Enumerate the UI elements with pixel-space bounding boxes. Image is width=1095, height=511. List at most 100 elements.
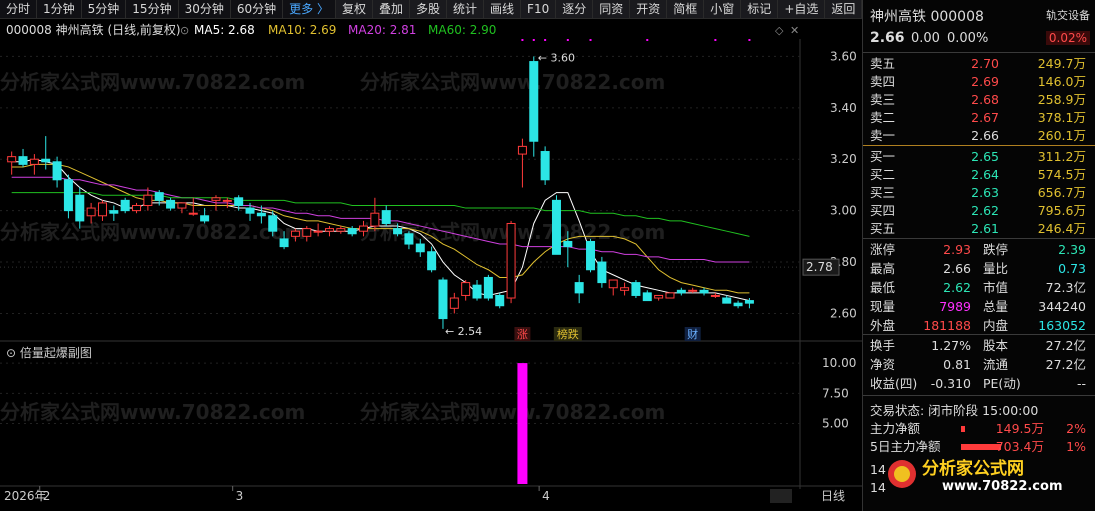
finance-key: 换手 — [870, 338, 896, 353]
top-marker-dot — [646, 39, 649, 41]
sub-tick-label: 5.00 — [822, 417, 849, 431]
scroll-handle — [770, 489, 792, 503]
candle-body-down — [18, 156, 28, 165]
close-icon[interactable]: ✕ — [790, 24, 799, 37]
toolbar-button-biaoji[interactable]: 标记 — [741, 0, 779, 18]
toolbar-button-f10[interactable]: F10 — [521, 0, 557, 18]
candle-body-up — [188, 212, 198, 215]
candle-body-up — [222, 199, 232, 202]
candle-body-down — [540, 151, 550, 181]
sub-tick-label: 10.00 — [822, 356, 856, 370]
toolbar-button-huaxian[interactable]: 画线 — [484, 0, 522, 18]
bid-row: 买五 2.61 246.4万 — [863, 220, 1095, 238]
diamond-icon[interactable]: ◇ — [775, 24, 784, 37]
ask-price: 2.66 — [971, 128, 999, 143]
candle-body-down — [347, 228, 357, 235]
stat-value: 163052 — [1038, 318, 1086, 333]
toolbar-button-fuquan[interactable]: 复权 — [335, 0, 373, 18]
period-tab-5min[interactable]: 5分钟 — [82, 0, 127, 18]
candle-body-up — [313, 230, 323, 233]
kline-chart[interactable]: 000008 神州高铁 (日线,前复权) ⊙ MA5: 2.68 MA10: 2… — [0, 19, 862, 511]
toolbar-button-duogu[interactable]: 多股 — [410, 0, 448, 18]
bid-row: 买一 2.65 311.2万 — [863, 148, 1095, 166]
period-more-button[interactable]: 更多 〉 — [283, 0, 336, 18]
x-axis-label: 2026年 — [4, 489, 47, 503]
stat-row: 最高 2.66 量比 0.73 — [863, 260, 1095, 278]
stat-value: 2.39 — [1058, 242, 1086, 257]
top-marker-dot — [532, 39, 535, 41]
ask-volume: 260.1万 — [1037, 128, 1086, 143]
top-marker-dot — [544, 39, 547, 41]
candle-body-down — [75, 194, 85, 222]
settings-circle-icon[interactable]: ⊙ — [180, 24, 189, 37]
period-tab-15min[interactable]: 15分钟 — [126, 0, 179, 18]
toolbar-button-kaizi[interactable]: 开资 — [630, 0, 668, 18]
low-annotation: ← 2.54 — [445, 325, 482, 338]
quote-panel: 神州高铁 000008 轨交设备 2.66 0.00 0.00% 0.02% 交… — [862, 0, 1095, 511]
finance-value: 27.2亿 — [1045, 338, 1086, 353]
industry-tag[interactable]: 轨交设备 — [1046, 7, 1090, 23]
candle-body-up — [290, 230, 300, 237]
top-marker-dot — [748, 39, 751, 41]
stat-key: 涨停 — [870, 242, 896, 257]
toolbar-button-tongzi[interactable]: 同资 — [593, 0, 631, 18]
toolbar-button-diejia[interactable]: 叠加 — [372, 0, 410, 18]
finance-key: 流通 — [983, 357, 1009, 372]
top-marker-dot — [589, 39, 592, 41]
toolbar-button-add-watchlist[interactable]: +自选 — [778, 0, 826, 18]
stat-key: 量比 — [983, 261, 1009, 276]
candle-body-down — [256, 212, 266, 217]
candle-body-up — [688, 289, 698, 292]
watermark-text: 分析家公式网www.70822.com — [0, 400, 305, 424]
candle-body-up — [132, 204, 142, 212]
event-tag: 财 — [687, 327, 698, 341]
trade-status: 交易状态: 闭市阶段 15:00:00 — [870, 403, 1039, 418]
money-flow-row: 5日主力净额 703.4万 1% — [863, 438, 1095, 456]
stat-value: 344240 — [1038, 299, 1086, 314]
candle-body-down — [268, 215, 278, 232]
toolbar-button-xiaochuang[interactable]: 小窗 — [704, 0, 742, 18]
stat-key: 最低 — [870, 280, 896, 295]
price-tick-label: 2.60 — [830, 306, 857, 320]
chart-toolbar: 分时 1分钟 5分钟 15分钟 30分钟 60分钟 更多 〉 复权 叠加 多股 … — [0, 0, 863, 19]
event-tag: 榜跌 — [557, 327, 579, 341]
bid-price: 2.64 — [971, 167, 999, 182]
toolbar-button-back[interactable]: 返回 — [825, 0, 863, 18]
candle-body-up — [710, 294, 720, 297]
period-tab-30min[interactable]: 30分钟 — [179, 0, 231, 18]
ask-volume: 378.1万 — [1037, 110, 1086, 125]
candle-body-down — [63, 179, 73, 212]
ask-row: 卖二 2.67 378.1万 — [863, 109, 1095, 127]
candle-body-up — [143, 194, 153, 206]
candle — [120, 197, 130, 214]
candle-body-down — [733, 302, 743, 307]
candle-body-down — [631, 282, 641, 296]
toolbar-button-tongji[interactable]: 统计 — [447, 0, 485, 18]
bid-row: 买四 2.62 795.6万 — [863, 202, 1095, 220]
stat-value: 2.62 — [943, 280, 971, 295]
toolbar-button-zhufen[interactable]: 逐分 — [556, 0, 594, 18]
period-tab-60min[interactable]: 60分钟 — [231, 0, 284, 18]
price-tick-label: 3.60 — [830, 49, 857, 63]
candle-body-down — [642, 292, 652, 302]
watermark-text: 分析家公式网www.70822.com — [360, 400, 665, 424]
candle-body-up — [608, 279, 618, 289]
watermark-text: 分析家公式网www.70822.com — [0, 70, 305, 94]
stat-key: 市值 — [983, 280, 1009, 295]
stat-value: 2.66 — [943, 261, 971, 276]
price-change: 0.00 — [911, 31, 940, 46]
subchart-title-text: 倍量起爆副图 — [20, 345, 92, 360]
candle-body-down — [166, 199, 176, 209]
x-axis-period-label: 日线 — [821, 489, 845, 503]
stat-value: 181188 — [923, 318, 971, 333]
ask-price: 2.69 — [971, 74, 999, 89]
finance-row: 收益(四) -0.310 PE(动) -- — [863, 375, 1095, 393]
stat-row: 外盘 181188 内盘 163052 — [863, 317, 1095, 335]
candle-body-up — [665, 292, 675, 299]
period-tab-fenshi[interactable]: 分时 — [0, 0, 38, 18]
toolbar-button-jiankuang[interactable]: 简框 — [667, 0, 705, 18]
period-tab-1min[interactable]: 1分钟 — [37, 0, 82, 18]
candle-body-up — [97, 202, 107, 217]
candle-body-down — [279, 238, 289, 248]
stat-value: 7989 — [939, 299, 971, 314]
